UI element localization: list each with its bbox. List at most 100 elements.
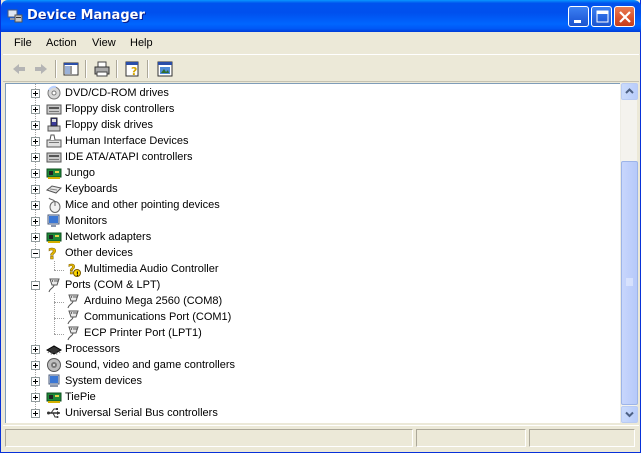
tree-item-arduino-mega[interactable]: Arduino Mega 2560 (COM8) (6, 293, 606, 309)
scroll-up-button[interactable] (621, 83, 638, 100)
tree-item-multimedia-audio-controller[interactable]: ? ! Multimedia Audio Controller (6, 261, 606, 277)
tree-item-floppy-disk-drives[interactable]: Floppy disk drives (6, 117, 606, 133)
tree-item-label: DVD/CD-ROM drives (65, 87, 169, 99)
maximize-button[interactable] (591, 6, 612, 27)
expand-icon[interactable] (31, 409, 40, 418)
tree-item-sound-video-game[interactable]: Sound, video and game controllers (6, 357, 606, 373)
tree-item-label: Communications Port (COM1) (84, 311, 232, 323)
board-icon (46, 392, 62, 403)
svg-text:?: ? (48, 245, 57, 261)
menu-action[interactable]: Action (46, 37, 77, 49)
minimize-icon (574, 20, 581, 23)
grip-icon (626, 278, 633, 286)
expand-icon[interactable] (31, 393, 40, 402)
expand-icon[interactable] (31, 201, 40, 210)
back-arrow-icon[interactable] (9, 59, 29, 79)
tree-item-label: Network adapters (65, 231, 152, 243)
expand-icon[interactable] (31, 137, 40, 146)
tree-item-label: Human Interface Devices (65, 135, 189, 147)
dvd-drive-icon (47, 85, 61, 100)
keyboard-icon (46, 185, 62, 194)
tree-item-label: Arduino Mega 2560 (COM8) (84, 295, 223, 307)
hid-icon (46, 134, 62, 148)
forward-arrow-icon[interactable] (31, 59, 51, 79)
svg-text:?: ? (131, 65, 137, 78)
port-icon (67, 294, 79, 309)
device-manager-window: Device Manager File Action View Help ? D… (0, 0, 641, 453)
tree-item-label: Universal Serial Bus controllers (65, 407, 218, 419)
tree-item-label: Multimedia Audio Controller (84, 263, 219, 275)
expand-icon[interactable] (31, 105, 40, 114)
tree-item-network-adapters[interactable]: Network adapters (6, 229, 606, 245)
tree-item-keyboards[interactable]: Keyboards (6, 181, 606, 197)
usb-icon (47, 408, 60, 418)
toolbar-separator (147, 60, 149, 78)
mouse-icon (48, 197, 61, 213)
tree-item-label: Floppy disk drives (65, 119, 154, 131)
status-pane (529, 429, 635, 447)
tree-item-system-devices[interactable]: System devices (6, 373, 606, 389)
menu-bar: File Action View Help (3, 32, 639, 54)
print-icon[interactable] (92, 59, 112, 79)
tree-item-label: Mice and other pointing devices (65, 199, 220, 211)
monitor-icon (47, 214, 60, 227)
tree-item-processors[interactable]: Processors (6, 341, 606, 357)
tree-item-floppy-disk-controllers[interactable]: Floppy disk controllers (6, 101, 606, 117)
device-tree: DVD/CD-ROM drives Floppy disk controller… (5, 83, 620, 423)
tree-item-communications-port[interactable]: Communications Port (COM1) (6, 309, 606, 325)
tree-item-ports[interactable]: Ports (COM & LPT) (6, 277, 606, 293)
tree-item-label: Processors (65, 343, 121, 355)
tree-item-label: Jungo (65, 167, 95, 179)
title-bar[interactable]: Device Manager (1, 0, 641, 32)
show-hide-console-tree-icon[interactable] (61, 59, 81, 79)
scroll-down-button[interactable] (621, 406, 638, 423)
expand-icon[interactable] (31, 121, 40, 130)
toolbar-separator (55, 60, 57, 78)
expand-icon[interactable] (31, 169, 40, 178)
tree-item-dvd-cdrom-drives[interactable]: DVD/CD-ROM drives (6, 85, 606, 101)
menu-help[interactable]: Help (130, 37, 153, 49)
properties-icon[interactable] (155, 59, 175, 79)
expand-icon[interactable] (31, 361, 40, 370)
maximize-icon (596, 10, 609, 23)
collapse-icon[interactable] (31, 281, 40, 290)
tree-item-other-devices[interactable]: ? Other devices (6, 245, 606, 261)
expand-icon[interactable] (31, 185, 40, 194)
menu-view[interactable]: View (92, 37, 116, 49)
menu-file[interactable]: File (14, 37, 32, 49)
tree-item-label: Monitors (65, 215, 108, 227)
status-pane-main (5, 429, 413, 447)
expand-icon[interactable] (31, 89, 40, 98)
port-icon (48, 278, 60, 293)
tree-item-label: TiePie (65, 391, 96, 403)
tree-item-human-interface-devices[interactable]: Human Interface Devices (6, 133, 606, 149)
vertical-scrollbar[interactable] (620, 83, 638, 423)
tree-item-mice[interactable]: Mice and other pointing devices (6, 197, 606, 213)
ide-controller-icon (46, 152, 62, 163)
toolbar-separator (116, 60, 118, 78)
toolbar: ? (3, 54, 639, 82)
tree-item-jungo[interactable]: Jungo (6, 165, 606, 181)
tree-item-ecp-printer-port[interactable]: ECP Printer Port (LPT1) (6, 325, 606, 341)
scroll-thumb[interactable] (621, 161, 638, 405)
tree-item-usb-controllers[interactable]: Universal Serial Bus controllers (6, 405, 606, 421)
expand-icon[interactable] (31, 345, 40, 354)
expand-icon[interactable] (31, 233, 40, 242)
tree-item-monitors[interactable]: Monitors (6, 213, 606, 229)
close-button[interactable] (614, 6, 635, 27)
tree-item-ide-controllers[interactable]: IDE ATA/ATAPI controllers (6, 149, 606, 165)
tree-item-tiepie[interactable]: TiePie (6, 389, 606, 405)
close-icon (619, 11, 631, 23)
collapse-icon[interactable] (31, 249, 40, 258)
controller-icon (46, 104, 62, 115)
help-icon[interactable]: ? (123, 59, 143, 79)
tree-item-label: Other devices (65, 247, 133, 259)
question-icon: ? (48, 245, 57, 261)
floppy-drive-icon (47, 117, 61, 132)
tree-item-label: System devices (65, 375, 143, 387)
expand-icon[interactable] (31, 153, 40, 162)
expand-icon[interactable] (31, 377, 40, 386)
minimize-button[interactable] (568, 6, 589, 27)
expand-icon[interactable] (31, 217, 40, 226)
tree-item-label: ECP Printer Port (LPT1) (84, 327, 202, 339)
